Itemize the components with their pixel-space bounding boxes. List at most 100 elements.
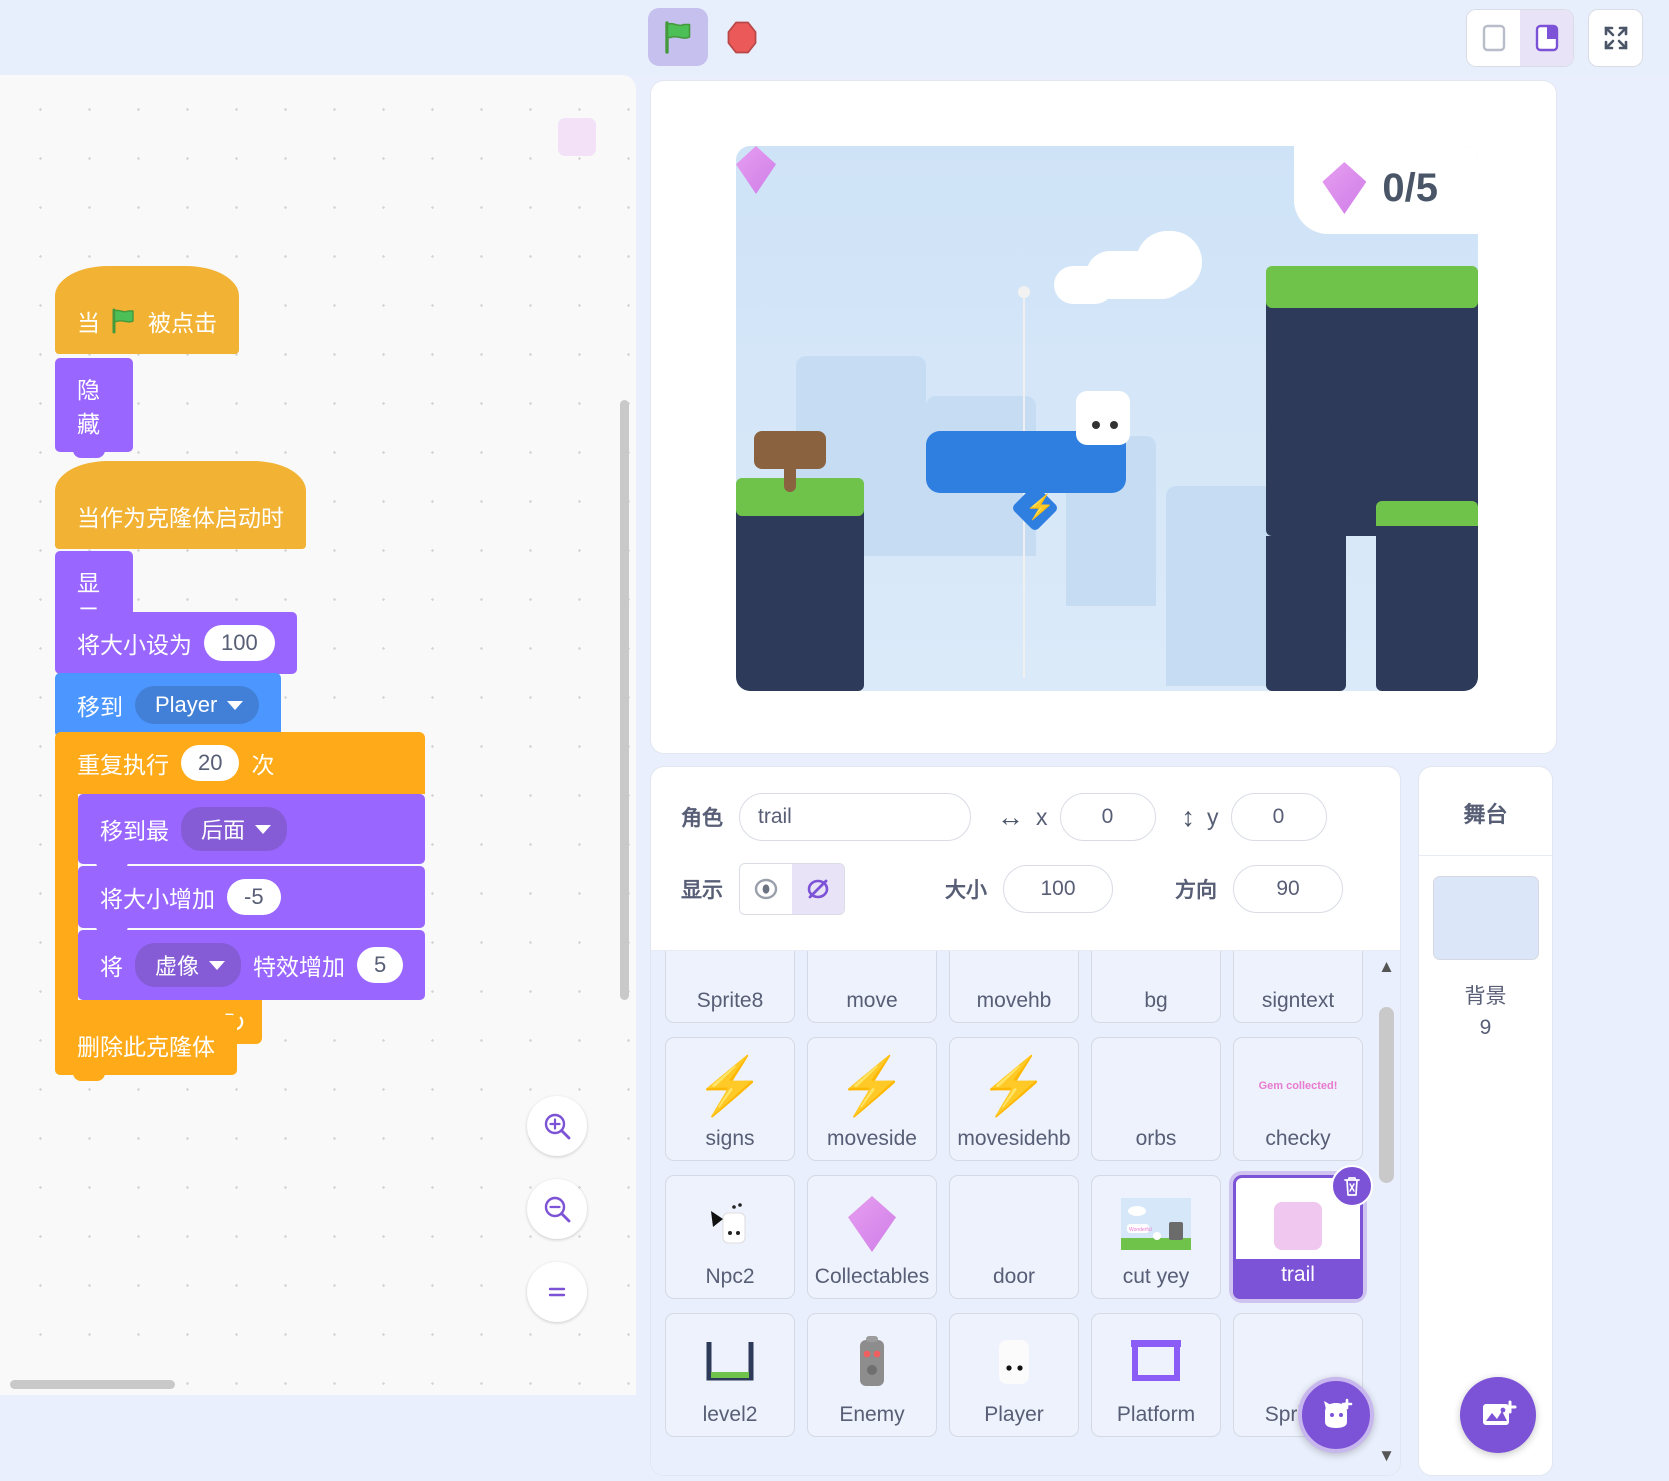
layer-dropdown[interactable]: 后面 xyxy=(181,807,288,851)
small-stage-layout-icon xyxy=(1482,24,1505,52)
sprite-grid: Sprite8 move movehb bg signtext ⚡ signs … xyxy=(665,951,1373,1437)
block-when-flag-clicked[interactable]: 当 被点击 xyxy=(55,266,239,354)
sprite-card-movehb[interactable]: movehb xyxy=(949,951,1079,1023)
sprite-card-movesidehb[interactable]: ⚡ movesidehb xyxy=(949,1037,1079,1161)
sprite-x-input[interactable] xyxy=(1059,793,1156,841)
show-sprite-button[interactable] xyxy=(740,864,792,914)
sprite-card-moveside[interactable]: ⚡ moveside xyxy=(807,1037,937,1161)
sprite-card-Player[interactable]: Player xyxy=(949,1313,1079,1437)
sprite-card-trail[interactable]: trail xyxy=(1233,1165,1373,1299)
block-change-size-by[interactable]: 将大小增加 -5 xyxy=(78,866,426,934)
effect-dropdown[interactable]: 虚像 xyxy=(135,943,242,987)
scroll-up-arrow-icon[interactable]: ▲ xyxy=(1377,957,1396,976)
dropdown-value: 虚像 xyxy=(155,954,200,979)
add-backdrop-button[interactable] xyxy=(1460,1377,1536,1453)
sprite-card-Npc2[interactable]: Npc2 xyxy=(665,1175,795,1299)
sprite-thumbnail xyxy=(808,951,936,986)
zoom-in-button[interactable] xyxy=(527,1096,587,1156)
sprite-name: Sprite8 xyxy=(696,989,764,1012)
sprite-card-level2[interactable]: level2 xyxy=(665,1313,795,1437)
sprite-card-orbs[interactable]: orbs xyxy=(1091,1037,1221,1161)
eye-slash-icon xyxy=(807,879,829,899)
stage-thumbnail-card[interactable] xyxy=(1432,876,1540,960)
sprite-thumbnail xyxy=(1234,951,1362,986)
large-stage-layout-button[interactable] xyxy=(1520,10,1573,66)
sprite-thumbnail xyxy=(950,951,1078,986)
add-sprite-cat-icon xyxy=(1324,1398,1353,1428)
sprite-thumbnail: ⚡ xyxy=(808,1048,936,1124)
delete-sprite-button[interactable] xyxy=(1331,1165,1373,1207)
repeat-count-input[interactable]: 20 xyxy=(181,745,240,781)
sprite-card-door[interactable]: door xyxy=(949,1175,1079,1299)
sprite-card-Sprite8[interactable]: Sprite8 xyxy=(665,951,795,1023)
size-value-input[interactable]: 100 xyxy=(204,625,275,661)
sprite-name-label: 角色 xyxy=(681,807,723,830)
sign-post xyxy=(784,464,796,492)
dropdown-value: Player xyxy=(155,692,218,717)
sprite-card-cut-yey[interactable]: Wonderful cut yey xyxy=(1091,1175,1221,1299)
workspace-zoom-controls xyxy=(527,1096,587,1345)
sprite-thumbnail xyxy=(808,1186,936,1262)
sprite-direction-input[interactable] xyxy=(1233,865,1343,913)
add-sprite-button[interactable] xyxy=(1298,1377,1374,1453)
stage-display[interactable]: ⚡ 0/5 xyxy=(650,80,1557,754)
block-hide[interactable]: 隐藏 xyxy=(55,358,133,458)
sprite-card-checky[interactable]: Gem collected! checky xyxy=(1233,1037,1363,1161)
backdrop-label: 背景 xyxy=(1464,985,1507,1008)
block-label: 移到最 xyxy=(100,818,169,844)
block-delete-this-clone[interactable]: 删除此克隆体 xyxy=(55,1015,237,1081)
sprite-card-signs[interactable]: ⚡ signs xyxy=(665,1037,795,1161)
sprite-card-Enemy[interactable]: Enemy xyxy=(807,1313,937,1437)
workspace-horizontal-scrollbar[interactable] xyxy=(10,1380,175,1389)
code-workspace[interactable]: 当 被点击 隐藏 当作为克隆体启动时 显示 将大小设为 100 移到 Playe… xyxy=(0,75,636,1395)
run-controls xyxy=(648,8,770,66)
sprite-list-scrollbar[interactable] xyxy=(1379,1007,1394,1183)
repeat-header[interactable]: 重复执行 20 次 xyxy=(55,732,426,794)
block-when-i-start-as-clone[interactable]: 当作为克隆体启动时 xyxy=(55,461,306,549)
small-stage-layout-button[interactable] xyxy=(1467,10,1520,66)
add-backdrop-icon xyxy=(1483,1400,1517,1425)
stop-button[interactable] xyxy=(714,8,770,66)
scroll-down-arrow-icon[interactable]: ▼ xyxy=(1377,1446,1396,1465)
go-to-target-dropdown[interactable]: Player xyxy=(135,686,260,724)
block-set-size-to[interactable]: 将大小设为 100 xyxy=(55,612,297,680)
zoom-out-button[interactable] xyxy=(527,1179,587,1239)
sprite-name: Player xyxy=(984,1403,1044,1426)
y-axis-icon: ↕ xyxy=(1181,801,1196,832)
sprite-card-bg[interactable]: bg xyxy=(1091,951,1221,1023)
chevron-down-icon xyxy=(255,824,272,834)
ghost-block-placeholder xyxy=(558,118,596,156)
platform-icon xyxy=(1131,1340,1181,1381)
block-change-effect-by[interactable]: 将 虚像 特效增加 5 xyxy=(78,930,426,1006)
zoom-reset-button[interactable] xyxy=(527,1262,587,1322)
change-size-input[interactable]: -5 xyxy=(227,879,281,915)
workspace-vertical-scrollbar[interactable] xyxy=(620,400,629,1000)
bolt-icon: ⚡ xyxy=(837,1054,907,1117)
sprite-card-Collectables[interactable]: Collectables xyxy=(807,1175,937,1299)
sprite-size-input[interactable] xyxy=(1003,865,1113,913)
sprite-list[interactable]: Sprite8 move movehb bg signtext ⚡ signs … xyxy=(651,951,1400,1475)
large-stage-layout-icon xyxy=(1535,24,1558,52)
backdrop-count: 9 xyxy=(1479,1016,1492,1039)
sprite-card-Platform[interactable]: Platform xyxy=(1091,1313,1221,1437)
platform-tile xyxy=(1266,536,1346,691)
sprite-name: movehb xyxy=(976,989,1052,1012)
sprite-card-signtext[interactable]: signtext xyxy=(1233,951,1363,1023)
enemy-icon xyxy=(860,1336,884,1386)
bolt-icon: ⚡ xyxy=(695,1054,765,1117)
fullscreen-button[interactable] xyxy=(1589,10,1642,66)
chevron-down-icon xyxy=(209,960,226,970)
sprite-name-input[interactable] xyxy=(739,793,971,841)
block-go-to-layer[interactable]: 移到最 后面 xyxy=(78,794,426,870)
sprite-thumbnail xyxy=(1092,1048,1220,1124)
sprite-card-move[interactable]: move xyxy=(807,951,937,1023)
hide-sprite-button[interactable] xyxy=(792,864,844,914)
sprite-name: signtext xyxy=(1261,989,1335,1012)
sprite-y-input[interactable] xyxy=(1230,793,1327,841)
block-go-to[interactable]: 移到 Player xyxy=(55,673,282,743)
block-repeat[interactable]: 重复执行 20 次 移到最 后面 将大小增加 -5 将 虚像 特效增加 5 xyxy=(55,732,426,1050)
block-label-clicked: 被点击 xyxy=(148,310,217,336)
effect-value-input[interactable]: 5 xyxy=(357,947,404,983)
green-flag-button[interactable] xyxy=(648,8,708,66)
sprite-name: Collectables xyxy=(814,1265,930,1288)
